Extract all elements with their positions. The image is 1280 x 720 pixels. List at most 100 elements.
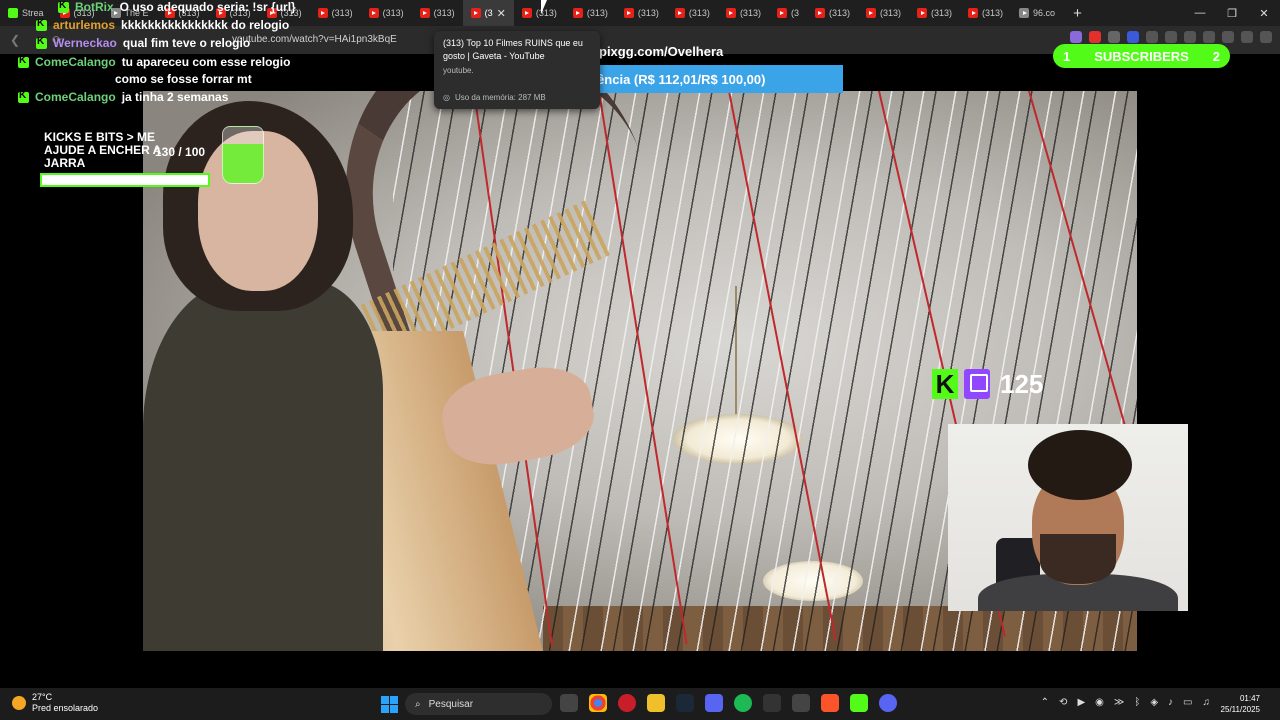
tray-icon[interactable]: ▶ xyxy=(1077,697,1085,708)
opera-icon[interactable] xyxy=(618,694,636,712)
tab-hover-title: (313) Top 10 Filmes RUINS que eu gosto |… xyxy=(443,38,583,61)
taskbar-search-placeholder: Pesquisar xyxy=(428,698,474,710)
clock-date: 25/11/2025 xyxy=(1220,705,1260,714)
browser-tab[interactable]: (313) xyxy=(412,0,463,26)
tray-icon[interactable]: ≫ xyxy=(1114,697,1124,708)
kick-badge-icon xyxy=(18,90,29,103)
extension-icon[interactable] xyxy=(1165,31,1177,43)
app-icon[interactable] xyxy=(792,694,810,712)
windows-start-icon[interactable] xyxy=(381,696,398,713)
microphone-icon[interactable]: ♪ xyxy=(1168,697,1173,708)
steam-icon[interactable] xyxy=(676,694,694,712)
discord-icon[interactable] xyxy=(879,694,897,712)
weather-temp: 27°C xyxy=(32,692,53,702)
file-explorer-icon[interactable] xyxy=(647,694,665,712)
twitch-logo-icon xyxy=(964,369,990,399)
tab-hover-card: (313) Top 10 Filmes RUINS que eu gosto |… xyxy=(434,31,600,109)
browser-tab[interactable]: (313) xyxy=(858,0,909,26)
close-window-icon[interactable]: ✕ xyxy=(1248,0,1280,26)
browser-tab[interactable]: (313) xyxy=(361,0,412,26)
restore-icon[interactable]: ❐ xyxy=(1216,0,1248,26)
back-icon[interactable]: ❮ xyxy=(10,33,20,47)
minimize-icon[interactable]: — xyxy=(1184,0,1216,26)
browser-tab[interactable]: (313) xyxy=(310,0,361,26)
browser-tab[interactable]: (313) xyxy=(667,0,718,26)
chevron-up-icon[interactable]: ⌃ xyxy=(1041,697,1049,708)
extension-icon[interactable] xyxy=(1108,31,1120,43)
followers-count: 125 xyxy=(1000,368,1044,399)
spotify-icon[interactable] xyxy=(734,694,752,712)
kick-badge-icon xyxy=(36,36,47,49)
browser-tab[interactable]: (313) xyxy=(718,0,769,26)
subscribers-goal: 1 SUBSCRIBERS 2 xyxy=(1053,44,1230,68)
browser-tab-label: (313) xyxy=(637,8,659,18)
chrome-icon[interactable] xyxy=(589,694,607,712)
url-field[interactable]: youtube.com/watch?v=HAi1pn3kBqE xyxy=(232,34,397,45)
extension-icon[interactable] xyxy=(1089,31,1101,43)
taskbar-clock[interactable]: 01:47 25/11/2025 xyxy=(1221,693,1260,715)
subscribers-left: 1 xyxy=(1063,48,1071,64)
youtube-favicon-icon xyxy=(725,8,736,18)
close-tab-icon[interactable]: ✕ xyxy=(497,7,506,20)
taskbar-search[interactable]: ⌕ Pesquisar xyxy=(405,693,552,715)
extension-icon[interactable] xyxy=(1070,31,1082,43)
screen: Strea (313) The E (313) (313) (313) (313) (313)… xyxy=(0,0,1280,720)
menu-icon[interactable] xyxy=(1260,31,1272,43)
browser-tab[interactable]: (313) xyxy=(960,0,1011,26)
taskbar-pinned-apps xyxy=(560,694,897,712)
weather-sun-icon xyxy=(12,696,26,710)
extension-icon[interactable] xyxy=(1127,31,1139,43)
youtube-favicon-icon xyxy=(521,8,532,18)
chat-username: ComeCalango xyxy=(35,90,116,104)
browser-tab[interactable]: (313) xyxy=(909,0,960,26)
chat-text: ja tinha 2 semanas xyxy=(121,90,229,104)
browser-tab[interactable]: (313) xyxy=(565,0,616,26)
extension-icon[interactable] xyxy=(1146,31,1158,43)
tray-icon[interactable]: ◈ xyxy=(1150,697,1158,708)
tab-hover-domain: youtube. xyxy=(443,66,474,75)
youtube-favicon-icon xyxy=(674,8,685,18)
browser-tab-label: (313) xyxy=(331,8,353,18)
kick-logo-icon: K xyxy=(932,369,958,399)
browser-tab[interactable]: (313) xyxy=(616,0,667,26)
youtube-favicon-icon xyxy=(776,8,787,18)
chat-username: Werneckao xyxy=(53,36,117,50)
mouse-cursor-icon xyxy=(541,0,553,14)
browser-tab[interactable]: (313) xyxy=(807,0,858,26)
browser-tab-label: (3 xyxy=(790,8,799,18)
browser-tab-label: (313) xyxy=(739,8,761,18)
wallet-icon[interactable] xyxy=(1203,31,1215,43)
clock-time: 01:47 xyxy=(1239,694,1260,703)
weather-desc: Pred ensolarado xyxy=(32,703,99,713)
app-icon[interactable] xyxy=(763,694,781,712)
jar-goal-title: KICKS E BITS > ME AJUDE A ENCHER A JARRA xyxy=(44,130,161,170)
network-icon[interactable]: ▭ xyxy=(1183,697,1192,708)
app-icon[interactable] xyxy=(705,694,723,712)
browser-tab[interactable]: 96.co xyxy=(1011,0,1063,26)
youtube-favicon-icon xyxy=(572,8,583,18)
volume-icon[interactable]: ♫ xyxy=(1203,697,1211,708)
ai-icon[interactable] xyxy=(1222,31,1234,43)
kick-badge-icon xyxy=(18,55,29,68)
kick-app-icon[interactable] xyxy=(850,694,868,712)
tab-hover-memory-text: Uso da memória: 287 MB xyxy=(454,93,546,102)
tab-hover-memory: ◎ Uso da memória: 287 MB xyxy=(443,93,546,102)
chat-text: kkkkkkkkkkkkkkkk do relogio xyxy=(121,18,290,32)
browser-tab-label: (313) xyxy=(931,8,953,18)
brave-icon[interactable] xyxy=(821,694,839,712)
weather-widget[interactable]: 27°C Pred ensolarado xyxy=(12,692,98,714)
tray-icon[interactable]: ◉ xyxy=(1095,697,1104,708)
bluetooth-icon[interactable]: ᛒ xyxy=(1134,697,1140,708)
browser-tab[interactable]: (3 ✕ xyxy=(462,0,514,26)
sidebar-icon[interactable] xyxy=(1184,31,1196,43)
browser-tab-label: Strea xyxy=(22,8,44,18)
vpn-icon[interactable] xyxy=(1241,31,1253,43)
channel-url: pixgg.com/Ovelhera xyxy=(599,44,724,59)
new-tab-button[interactable]: + xyxy=(1063,5,1092,22)
task-view-icon[interactable] xyxy=(560,694,578,712)
jar-goal-count: 130 / 100 xyxy=(155,145,205,159)
tray-icon[interactable]: ⟲ xyxy=(1059,697,1067,708)
browser-tab[interactable]: (3 xyxy=(769,0,807,26)
jar-goal-current: 130 xyxy=(155,145,176,159)
browser-tab[interactable]: (313) xyxy=(514,0,565,26)
